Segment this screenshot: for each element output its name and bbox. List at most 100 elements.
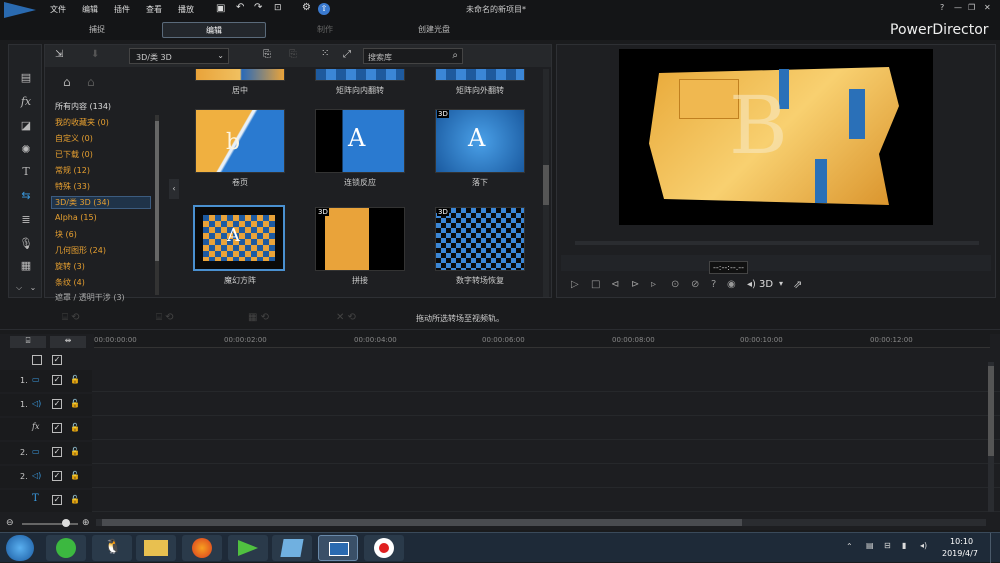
expand-down-icon[interactable]: ⌵ bbox=[13, 279, 25, 297]
tray-volume-icon[interactable]: ◂) bbox=[920, 541, 927, 550]
tab-edit[interactable]: 编辑 bbox=[162, 22, 266, 38]
preview-seekbar[interactable] bbox=[575, 241, 979, 245]
lock-icon[interactable]: 🔓 bbox=[70, 423, 80, 433]
voice-over-icon[interactable]: 🎙 bbox=[17, 235, 35, 253]
zoom-in-icon[interactable]: ⊕ bbox=[82, 518, 90, 528]
category-item[interactable]: 条纹 (4) bbox=[55, 277, 85, 288]
category-item[interactable]: 已下载 (0) bbox=[55, 149, 93, 160]
add-to-track-icon[interactable]: ⎘ bbox=[263, 49, 271, 60]
screen-icon[interactable]: ⊡ bbox=[274, 3, 282, 13]
help-button[interactable]: ? bbox=[940, 3, 944, 12]
tab-capture[interactable]: 捕捉 bbox=[62, 22, 132, 38]
timeline-vscroll[interactable] bbox=[988, 362, 994, 512]
tab-produce[interactable]: 制作 bbox=[290, 22, 360, 38]
grid-view-icon[interactable]: ⁙ bbox=[321, 48, 329, 59]
category-item[interactable]: 块 (6) bbox=[55, 229, 77, 240]
tray-network-icon[interactable]: ▤ bbox=[866, 541, 874, 550]
category-item[interactable]: 旋转 (3) bbox=[55, 261, 85, 272]
lock-icon[interactable]: 🔓 bbox=[70, 495, 80, 505]
track-enable-checkbox[interactable]: ✓ bbox=[52, 423, 62, 433]
category-item[interactable]: 几何图形 (24) bbox=[55, 245, 106, 256]
fx-room-icon[interactable]: fx bbox=[17, 93, 35, 111]
timeline-hscroll[interactable] bbox=[96, 519, 986, 526]
tool-icon[interactable]: ✕ ⟲ bbox=[336, 312, 356, 323]
transition-thumb-selected[interactable]: A bbox=[193, 205, 285, 271]
time-ruler[interactable]: 00:00:00:00 00:00:02:00 00:00:04:00 00:0… bbox=[94, 334, 990, 348]
title-room-icon[interactable]: T bbox=[17, 163, 35, 181]
category-item[interactable]: Alpha (15) bbox=[55, 213, 97, 222]
volume-icon[interactable]: ◂) bbox=[747, 279, 756, 290]
undo-icon[interactable]: ↶ bbox=[236, 2, 244, 13]
taskbar-app-qq[interactable]: 🐧 bbox=[92, 535, 132, 561]
category-item[interactable]: 常规 (12) bbox=[55, 165, 90, 176]
tool-icon[interactable]: ⌸ ⟲ bbox=[156, 312, 174, 323]
category-item[interactable]: 遮罩 / 透明干涉 (3) bbox=[55, 292, 125, 303]
media-room-icon[interactable]: ▤ bbox=[17, 69, 35, 87]
menu-edit[interactable]: 编辑 bbox=[82, 4, 98, 15]
lock-icon[interactable]: 🔓 bbox=[70, 447, 80, 457]
category-item[interactable]: 所有内容 (134) bbox=[55, 101, 111, 112]
transition-thumb[interactable]: b bbox=[195, 109, 285, 173]
track-enable-checkbox[interactable]: ✓ bbox=[52, 447, 62, 457]
taskbar-app-360[interactable] bbox=[46, 535, 86, 561]
show-desktop-button[interactable] bbox=[990, 533, 1000, 563]
expand-view-icon[interactable]: ⤢ bbox=[343, 49, 351, 60]
clock-time[interactable]: 10:10 bbox=[950, 537, 973, 546]
track-enable-checkbox[interactable]: ✓ bbox=[52, 495, 62, 505]
audio-mix-icon[interactable]: ≣ bbox=[17, 211, 35, 229]
category-item[interactable]: 特殊 (33) bbox=[55, 181, 90, 192]
taskbar-app-powerdirector[interactable] bbox=[318, 535, 358, 561]
upload-icon[interactable]: ⇧ bbox=[318, 3, 330, 15]
search-input[interactable]: 搜索库 ⌕ bbox=[363, 48, 463, 64]
save-icon[interactable]: ▣ bbox=[216, 3, 225, 14]
prev-frame-icon[interactable]: ⊲ bbox=[611, 279, 619, 290]
library-scrollbar[interactable] bbox=[543, 69, 549, 297]
menu-play[interactable]: 播放 bbox=[178, 4, 194, 15]
transition-room-icon[interactable]: ⇆ bbox=[17, 187, 35, 205]
play-icon[interactable]: ▷ bbox=[571, 279, 579, 290]
import-icon[interactable]: ⇲ bbox=[55, 49, 63, 60]
transition-thumb[interactable]: 3D bbox=[315, 207, 405, 271]
track-enable-checkbox[interactable]: ✓ bbox=[52, 399, 62, 409]
maximize-button[interactable]: ❐ bbox=[968, 3, 975, 12]
settings-icon[interactable]: ⚙ bbox=[302, 2, 311, 13]
chapter-icon[interactable]: ▦ bbox=[17, 257, 35, 275]
taskbar-app-media[interactable] bbox=[228, 535, 268, 561]
master-enable-checkbox[interactable] bbox=[32, 355, 42, 365]
lock-icon[interactable]: 🔓 bbox=[70, 471, 80, 481]
search-icon[interactable]: ⌕ bbox=[452, 50, 458, 61]
camera-icon[interactable]: ◉ bbox=[727, 279, 736, 290]
loop-icon[interactable]: ⊘ bbox=[691, 279, 699, 290]
transition-thumb[interactable] bbox=[435, 69, 525, 81]
clock-date[interactable]: 2019/4/7 bbox=[942, 549, 978, 558]
transition-thumb[interactable] bbox=[195, 69, 285, 81]
help-circle-icon[interactable]: ? bbox=[711, 279, 716, 290]
tool-icon[interactable]: ▦ ⟲ bbox=[248, 312, 269, 323]
chevron-down-icon[interactable]: ▾ bbox=[779, 279, 783, 288]
download-icon[interactable]: ⬇ bbox=[91, 49, 99, 60]
taskbar-app-recorder[interactable] bbox=[364, 535, 404, 561]
next-frame-icon[interactable]: ⊳ bbox=[631, 279, 639, 290]
category-scrollbar[interactable] bbox=[155, 115, 159, 295]
category-item[interactable]: 自定义 (0) bbox=[55, 133, 93, 144]
timeline-view-button[interactable]: ⌸ bbox=[10, 336, 46, 348]
tool-icon[interactable]: ⌸ ⟲ bbox=[62, 312, 80, 323]
menu-plugins[interactable]: 插件 bbox=[114, 4, 130, 15]
category-item[interactable]: 我的收藏夹 (0) bbox=[55, 117, 109, 128]
redo-icon[interactable]: ↷ bbox=[254, 2, 262, 13]
storyboard-view-button[interactable]: ⇹ bbox=[50, 336, 86, 348]
transition-thumb[interactable] bbox=[315, 69, 405, 81]
transition-thumb[interactable]: 3D A bbox=[435, 109, 525, 173]
transition-thumb[interactable]: A bbox=[315, 109, 405, 173]
category-item-selected[interactable]: 3D/类 3D (34) bbox=[51, 196, 151, 209]
tray-expand-icon[interactable]: ⌃ bbox=[846, 542, 853, 551]
apply-all-icon[interactable]: ⎘ bbox=[289, 49, 297, 60]
menu-view[interactable]: 查看 bbox=[146, 4, 162, 15]
mode-3d-toggle[interactable]: 3D bbox=[759, 279, 773, 290]
zoom-out-icon[interactable]: ⊖ bbox=[6, 518, 14, 528]
track-enable-checkbox[interactable]: ✓ bbox=[52, 471, 62, 481]
minimize-button[interactable]: — bbox=[954, 3, 962, 12]
stop-icon[interactable]: □ bbox=[591, 279, 600, 290]
lock-icon[interactable]: 🔓 bbox=[70, 399, 80, 409]
preview-timecode[interactable]: --:--:--.-- bbox=[709, 261, 749, 274]
